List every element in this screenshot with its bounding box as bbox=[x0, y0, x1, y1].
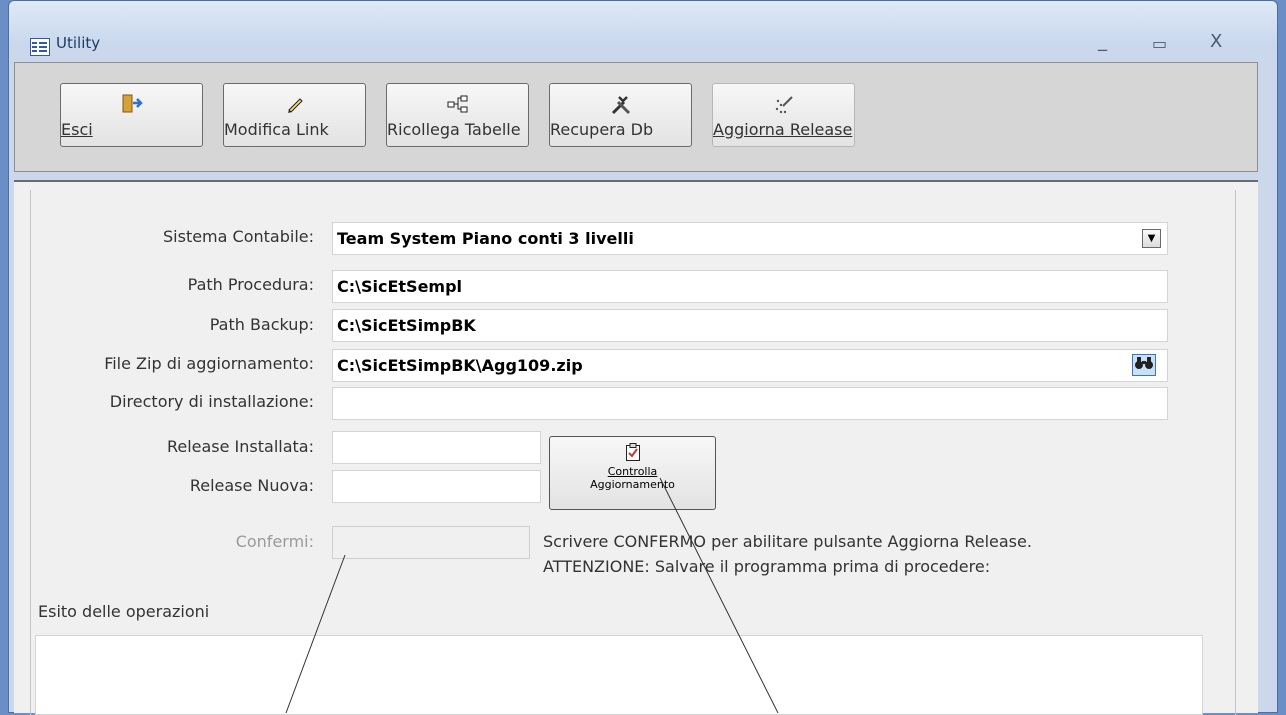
release-installata-label: Release Installata: bbox=[166, 437, 314, 456]
directory-installazione-field[interactable] bbox=[332, 387, 1168, 420]
controlla-aggiornamento-button[interactable]: Controlla Aggiornamento bbox=[549, 436, 716, 510]
maximize-button[interactable]: ▭ bbox=[1152, 34, 1167, 53]
modifica-link-button[interactable]: Modifica Link bbox=[223, 83, 366, 147]
ricollega-tabelle-button[interactable]: Ricollega Tabelle bbox=[386, 83, 529, 147]
ricollega-tabelle-label: Ricollega Tabelle bbox=[387, 120, 521, 139]
confermi-field[interactable] bbox=[332, 526, 530, 559]
file-zip-field[interactable]: C:\SicEtSimpBK\Agg109.zip bbox=[332, 349, 1168, 382]
confermi-label: Confermi: bbox=[235, 532, 314, 551]
recupera-db-label: Recupera Db bbox=[550, 120, 654, 139]
aggiorna-release-button[interactable]: Aggiorna Release bbox=[712, 83, 855, 147]
dotted-wand-icon bbox=[713, 94, 854, 116]
binoculars-icon[interactable] bbox=[1132, 354, 1156, 376]
minimize-button[interactable]: _ bbox=[1098, 31, 1107, 52]
form-area: Sistema Contabile: Team System Piano con… bbox=[14, 180, 1258, 715]
clipboard-check-icon bbox=[550, 443, 715, 465]
esito-label: Esito delle operazioni bbox=[38, 602, 210, 621]
path-backup-field[interactable]: C:\SicEtSimpBK bbox=[332, 309, 1168, 342]
release-installata-field[interactable] bbox=[332, 431, 541, 464]
hierarchy-icon bbox=[387, 94, 528, 116]
recupera-db-button[interactable]: Recupera Db bbox=[549, 83, 692, 147]
path-procedura-label: Path Procedura: bbox=[187, 275, 314, 294]
close-button[interactable]: X bbox=[1210, 31, 1222, 52]
sistema-contabile-label: Sistema Contabile: bbox=[163, 227, 314, 246]
modifica-link-label: Modifica Link bbox=[224, 120, 329, 139]
pencil-icon bbox=[224, 94, 365, 116]
esito-textarea[interactable] bbox=[35, 635, 1203, 715]
aggiornamento-label: Aggiornamento bbox=[590, 478, 675, 491]
path-backup-label: Path Backup: bbox=[209, 315, 314, 334]
window-title: Utility bbox=[56, 34, 101, 52]
file-zip-label: File Zip di aggiornamento: bbox=[104, 354, 314, 373]
title-bar[interactable] bbox=[9, 1, 1277, 45]
path-procedura-field[interactable]: C:\SicEtSempl bbox=[332, 270, 1168, 303]
info-text: Scrivere CONFERMO per abilitare pulsante… bbox=[543, 529, 1032, 579]
release-nuova-label: Release Nuova: bbox=[189, 476, 314, 495]
aggiorna-release-label: Aggiorna Release bbox=[713, 120, 853, 139]
toolbar: Esci Modifica Link Ricollega Tabelle Rec… bbox=[14, 62, 1258, 172]
tools-icon bbox=[550, 94, 691, 116]
form-icon bbox=[30, 38, 50, 56]
controlla-label: Controlla bbox=[607, 465, 658, 478]
directory-installazione-label: Directory di installazione: bbox=[109, 392, 314, 411]
exit-door-icon bbox=[61, 94, 202, 116]
sistema-contabile-select[interactable]: Team System Piano conti 3 livelli bbox=[332, 222, 1168, 255]
esci-label: Esci bbox=[61, 120, 93, 139]
release-nuova-field[interactable] bbox=[332, 470, 541, 503]
chevron-down-icon[interactable]: ▼ bbox=[1142, 229, 1161, 248]
info-line-2: ATTENZIONE: Salvare il programma prima d… bbox=[543, 557, 991, 576]
esci-button[interactable]: Esci bbox=[60, 83, 203, 147]
info-line-1: Scrivere CONFERMO per abilitare pulsante… bbox=[543, 532, 1032, 551]
